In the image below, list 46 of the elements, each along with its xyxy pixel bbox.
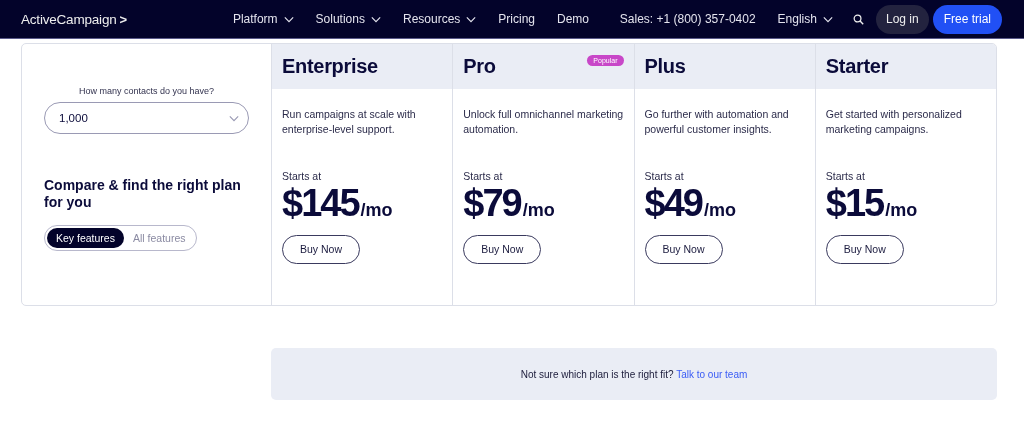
plan-name: Plus	[644, 55, 686, 78]
chevron-down-icon	[229, 114, 239, 122]
nav-menu-item[interactable]: Solutions	[315, 12, 381, 26]
plan-price: $145	[282, 184, 359, 224]
starts-at-label: Starts at	[825, 170, 866, 182]
chevron-down-icon	[370, 15, 381, 23]
free-trial-button[interactable]: Free trial	[932, 4, 1002, 34]
starts-at-label: Starts at	[644, 170, 685, 182]
nav-menu-item[interactable]: Resources	[402, 12, 477, 26]
buy-now-button[interactable]: Buy Now	[463, 234, 542, 264]
chevron-down-icon	[822, 15, 833, 23]
nav-menu-item[interactable]: Demo	[557, 12, 590, 26]
features-toggle-option[interactable]: Key features	[47, 227, 124, 248]
plan-name: Enterprise	[282, 55, 378, 78]
logo[interactable]: ActiveCampaign >	[21, 11, 127, 27]
sales-phone-link[interactable]: Sales: +1 (800) 357-0402	[619, 12, 756, 26]
buy-now-button[interactable]: Buy Now	[825, 234, 904, 264]
plan-description: Unlock full omnichannel marketing automation.	[463, 107, 624, 138]
plan-price: $49	[644, 184, 702, 224]
plan-name: Pro	[463, 55, 496, 78]
buy-now-button[interactable]: Buy Now	[282, 234, 360, 264]
chevron-down-icon	[466, 15, 477, 23]
plan-description: Run campaigns at scale with enterprise-level support.	[282, 107, 417, 138]
talk-to-team-link[interactable]: Talk to our team	[676, 368, 748, 380]
login-button[interactable]: Log in	[875, 4, 929, 34]
starts-at-label: Starts at	[463, 170, 504, 182]
features-toggle-option[interactable]: All features	[123, 227, 195, 248]
plan-name: Starter	[825, 55, 889, 78]
plan-price: $79	[463, 184, 521, 224]
plan-description: Get started with personalized marketing campaigns.	[825, 107, 963, 138]
compare-heading: Compare & find the right plan for you	[44, 177, 242, 211]
price-period: /mo	[703, 200, 736, 221]
buy-now-button[interactable]: Buy Now	[644, 234, 723, 264]
language-selector[interactable]: English	[777, 12, 833, 26]
starts-at-label: Starts at	[282, 170, 323, 182]
nav-menu-item[interactable]: Pricing	[498, 12, 535, 26]
search-icon[interactable]	[852, 13, 864, 25]
nav-menu-item[interactable]: Platform	[232, 12, 294, 26]
help-sentence: Not sure which plan is the right fit? Talk to our team	[520, 368, 748, 380]
price-period: /mo	[522, 200, 555, 221]
chevron-down-icon	[283, 15, 294, 23]
plan-price: $15	[825, 184, 884, 224]
plan-description: Go further with automation and powerful customer insights.	[644, 107, 790, 138]
contacts-label: How many contacts do you have?	[77, 86, 216, 96]
price-period: /mo	[360, 200, 393, 221]
price-period: /mo	[885, 200, 918, 221]
